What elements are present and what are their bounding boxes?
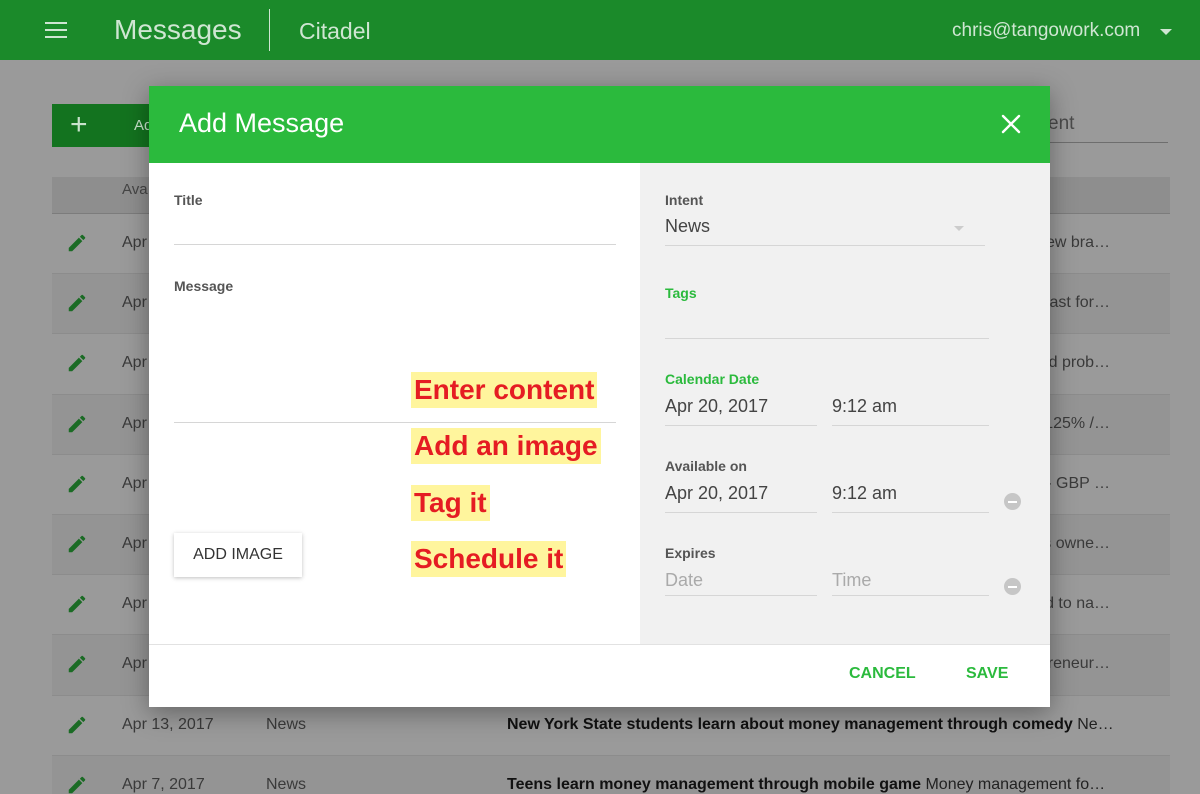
row-message: Teens learn money management through mob… (507, 776, 1147, 794)
pencil-icon[interactable] (66, 292, 88, 314)
top-app-bar: Messages Citadel chris@tangowork.com (0, 0, 1200, 60)
row-message: ew bra… (1045, 234, 1110, 251)
organization-name: Citadel (299, 18, 371, 44)
pencil-icon[interactable] (66, 473, 88, 495)
row-message: d to na… (1045, 595, 1110, 613)
column-header-available: Ava (122, 181, 148, 198)
intent-selected-value: News (665, 216, 711, 236)
add-message-dialog: Add Message Title Message ADD IMAGE Ente… (149, 86, 1050, 707)
tags-label: Tags (665, 285, 697, 301)
callout-add-image: Add an image (411, 428, 601, 464)
tags-input[interactable] (665, 303, 989, 339)
dialog-header: Add Message (149, 86, 1050, 163)
available-on-label: Available on (665, 458, 747, 474)
expires-label: Expires (665, 545, 716, 561)
row-message-title: New York State students learn about mone… (507, 715, 1073, 733)
row-message: New York State students learn about mone… (507, 716, 1147, 734)
title-label: Title (174, 192, 203, 208)
app-title: Messages (114, 14, 242, 45)
expires-date-input[interactable] (665, 566, 817, 596)
dialog-title: Add Message (179, 108, 345, 138)
calendar-date-label: Calendar Date (665, 371, 760, 387)
plus-icon: + (70, 108, 88, 141)
callout-enter-content: Enter content (411, 372, 598, 408)
message-label: Message (174, 278, 234, 294)
add-message-button[interactable]: + Ad (52, 104, 162, 147)
caret-down-icon[interactable] (1160, 29, 1172, 35)
pencil-icon[interactable] (66, 593, 88, 615)
dialog-footer: CANCEL SAVE (149, 644, 1050, 707)
clear-available-icon[interactable] (1004, 493, 1021, 510)
intent-label: Intent (665, 192, 704, 208)
calendar-date-input[interactable]: Apr 20, 2017 (665, 396, 817, 426)
hamburger-menu-icon[interactable] (45, 22, 67, 38)
row-date: Apr (122, 234, 147, 251)
pencil-icon[interactable] (66, 413, 88, 435)
settings-pane: Intent News Tags Calendar Date Apr 20, 2… (640, 163, 1050, 644)
row-message: s owne… (1043, 534, 1110, 552)
row-intent: News (266, 715, 307, 733)
row-message: ast for… (1049, 294, 1110, 312)
row-date: Apr (122, 474, 147, 492)
pencil-icon[interactable] (66, 352, 88, 374)
row-message-snippet: Ne… (1072, 715, 1114, 733)
calendar-date-value: Apr 20, 2017 (665, 396, 769, 416)
row-intent: News (266, 775, 307, 793)
table-row[interactable]: Apr 7, 2017 News Teens learn money manag… (52, 755, 1170, 794)
pencil-icon[interactable] (66, 714, 88, 736)
row-message: - GBP … (1046, 474, 1110, 492)
intent-select[interactable]: News (665, 216, 985, 246)
available-time-value: 9:12 am (832, 483, 898, 503)
available-date-value: Apr 20, 2017 (665, 483, 769, 503)
row-date: Apr (122, 354, 147, 372)
row-message-snippet: Money management fo… (921, 775, 1106, 793)
available-time-input[interactable]: 9:12 am (832, 483, 989, 513)
title-divider (269, 9, 270, 51)
row-date: Apr (122, 294, 147, 312)
user-email[interactable]: chris@tangowork.com (952, 20, 1140, 42)
row-date: Apr (122, 534, 147, 552)
save-button[interactable]: SAVE (966, 665, 1008, 683)
pencil-icon[interactable] (66, 533, 88, 555)
close-icon[interactable] (1001, 114, 1021, 134)
callout-tag-it: Tag it (411, 485, 490, 521)
row-date: Apr (122, 655, 147, 673)
row-message: reneur… (1047, 655, 1110, 673)
pencil-icon[interactable] (66, 232, 88, 254)
row-date: Apr 13, 2017 (122, 715, 214, 733)
calendar-time-value: 9:12 am (832, 396, 898, 416)
callout-schedule-it: Schedule it (411, 541, 567, 577)
available-date-input[interactable]: Apr 20, 2017 (665, 483, 817, 513)
calendar-time-input[interactable]: 9:12 am (832, 396, 989, 426)
pencil-icon[interactable] (66, 774, 88, 794)
add-image-button[interactable]: ADD IMAGE (174, 533, 302, 577)
row-message: 125% /… (1044, 414, 1110, 432)
row-date: Apr (122, 595, 147, 613)
pencil-icon[interactable] (66, 653, 88, 675)
content-pane: Title Message ADD IMAGE Enter content Ad… (149, 163, 640, 644)
expires-time-input[interactable] (832, 566, 989, 596)
row-message: ed prob… (1039, 354, 1110, 372)
row-date: Apr (122, 414, 147, 432)
search-field[interactable]: ent (1040, 113, 1168, 143)
clear-expires-icon[interactable] (1004, 578, 1021, 595)
cancel-button[interactable]: CANCEL (849, 665, 916, 683)
dropdown-caret-icon[interactable] (954, 226, 964, 231)
row-message-title: Teens learn money management through mob… (507, 775, 922, 793)
row-date: Apr 7, 2017 (122, 775, 205, 793)
title-input[interactable] (174, 211, 616, 245)
